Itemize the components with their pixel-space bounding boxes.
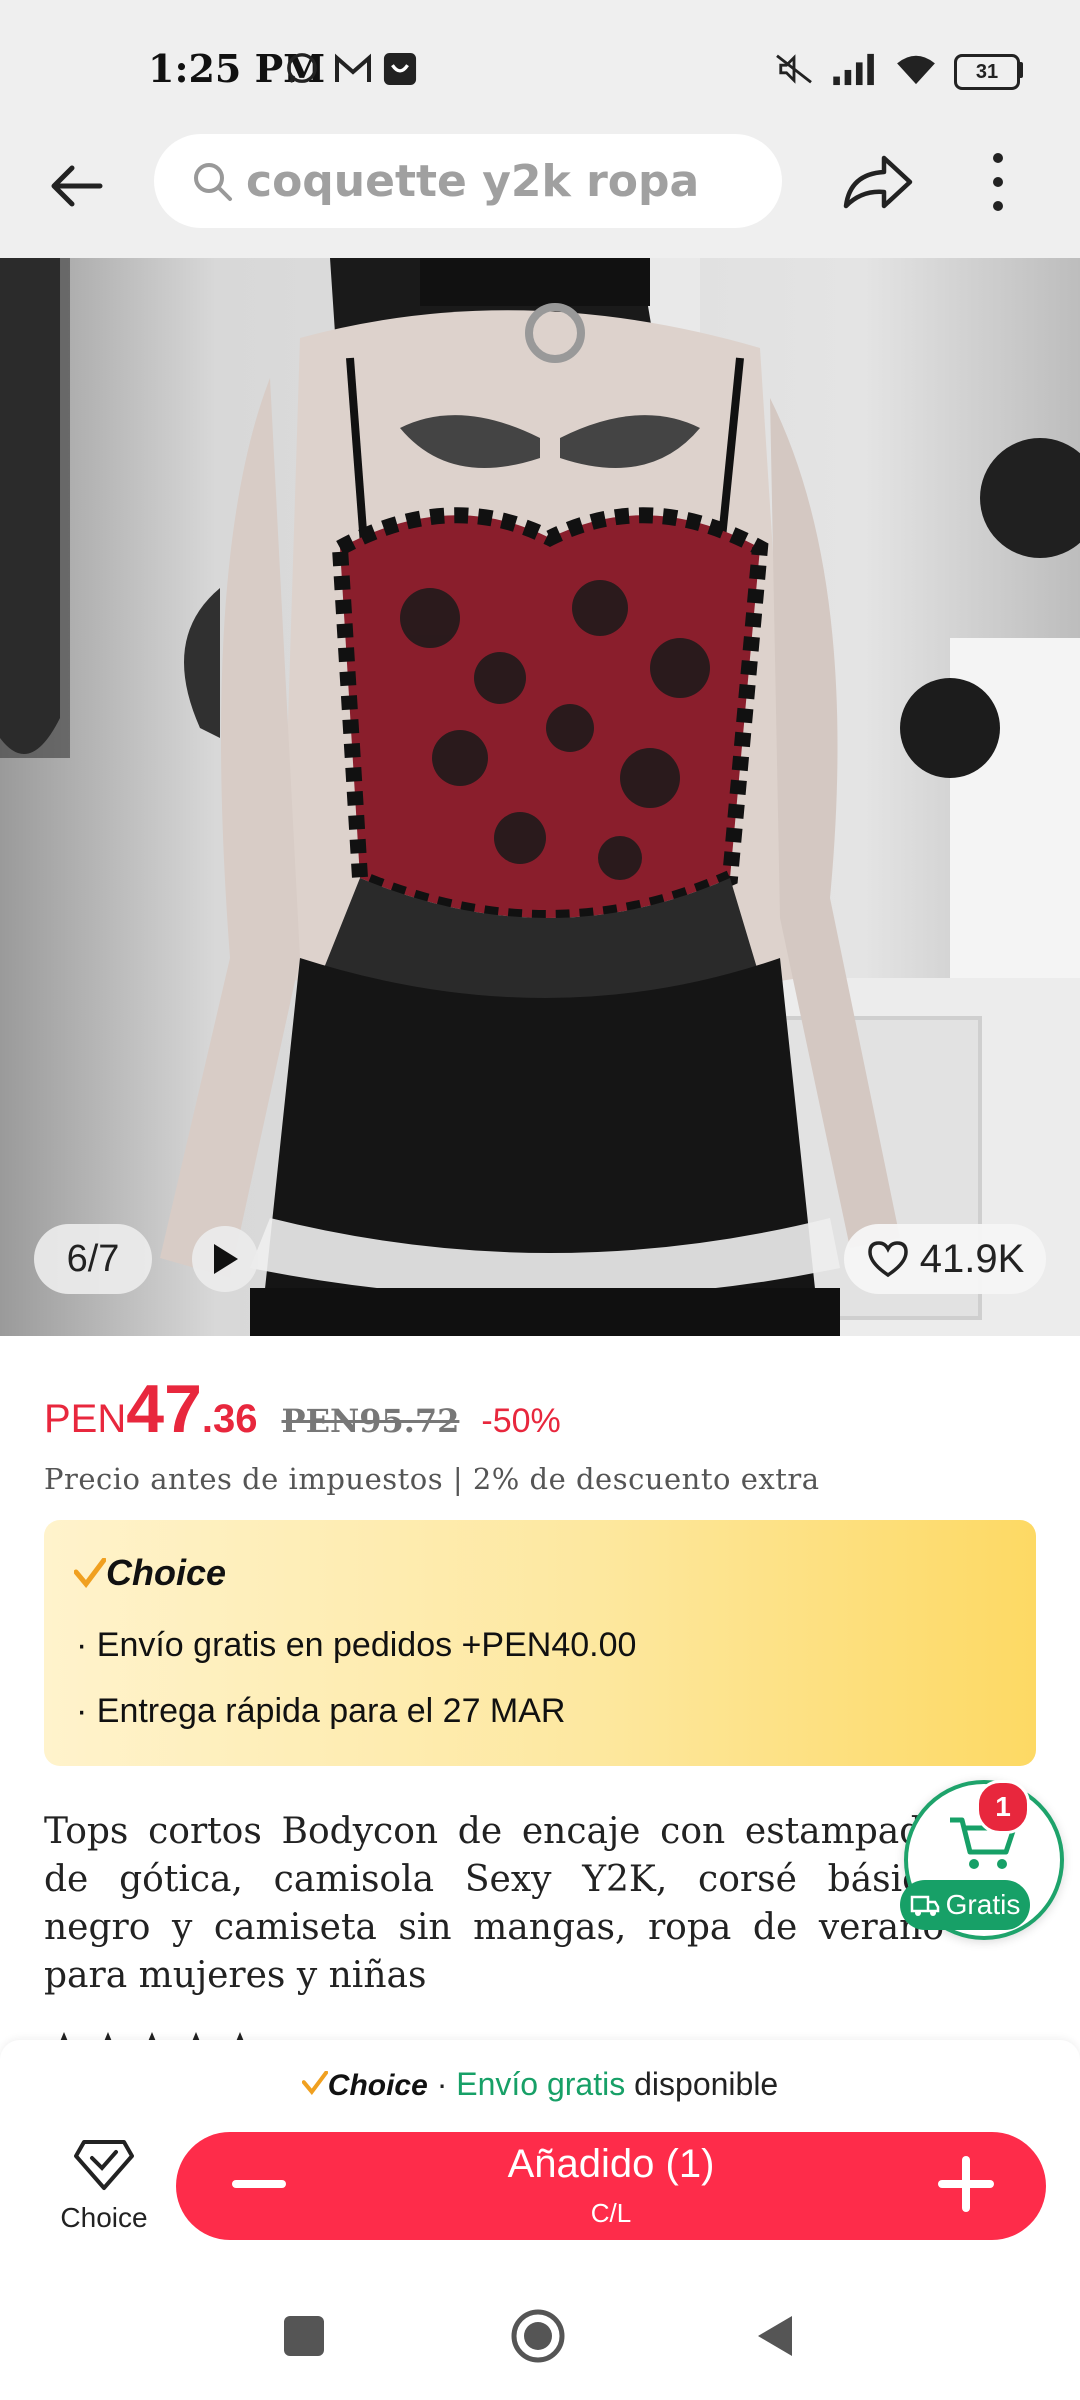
shipping-availability: Choice · Envío gratis disponible bbox=[0, 2066, 1080, 2103]
wishlist-button[interactable]: 41.9K bbox=[844, 1224, 1046, 1294]
benefit-fast-delivery: · Entrega rápida para el 27 MAR bbox=[76, 1692, 566, 1730]
price-integer: 47 bbox=[126, 1371, 202, 1447]
discount-badge: -50% bbox=[481, 1402, 561, 1440]
notification-app-icon bbox=[383, 52, 417, 86]
choice-logo: Choice bbox=[74, 1552, 226, 1594]
cta-variant: C/L bbox=[590, 2198, 632, 2228]
product-photo[interactable] bbox=[0, 258, 1080, 1336]
back-nav-button[interactable] bbox=[752, 2312, 796, 2360]
search-icon bbox=[194, 163, 232, 201]
free-shipping-text: Envío gratis bbox=[456, 2066, 626, 2102]
play-icon bbox=[214, 1244, 238, 1274]
search-bar[interactable]: coquette y2k ropa bbox=[154, 134, 782, 228]
original-price: PEN95.72 bbox=[281, 1402, 460, 1440]
free-shipping-pill: Gratis bbox=[900, 1880, 1030, 1930]
mute-icon bbox=[776, 54, 812, 84]
share-icon[interactable] bbox=[838, 146, 918, 218]
home-icon bbox=[511, 2309, 565, 2363]
price-currency: PEN bbox=[44, 1397, 127, 1441]
truck-icon bbox=[910, 1895, 939, 1916]
more-vertical-icon[interactable] bbox=[970, 146, 1026, 218]
battery-icon: 31 bbox=[954, 54, 1020, 90]
wifi-icon bbox=[897, 55, 935, 85]
free-shipping-label: Gratis bbox=[945, 1889, 1021, 1920]
tax-note: Precio antes de impuestos | 2% de descue… bbox=[44, 1462, 820, 1496]
cart-count-badge: 1 bbox=[976, 1780, 1030, 1834]
whatsapp-icon bbox=[287, 53, 317, 83]
product-title: Tops cortos Bodycon de encaje con estamp… bbox=[44, 1811, 944, 1996]
triangle-back-icon bbox=[758, 2316, 792, 2356]
benefit-free-shipping: · Envío gratis en pedidos +PEN40.00 bbox=[76, 1626, 637, 1664]
price-decimal: .36 bbox=[201, 1397, 258, 1441]
check-icon bbox=[301, 2070, 328, 2096]
availability-text: disponible bbox=[625, 2066, 779, 2102]
choice-brand-small: Choice bbox=[327, 2069, 428, 2102]
wishlist-count: 41.9K bbox=[919, 1236, 1025, 1281]
diamond-check-icon bbox=[74, 2140, 134, 2190]
back-button[interactable] bbox=[40, 150, 112, 222]
recents-button[interactable] bbox=[284, 2316, 324, 2356]
heart-icon bbox=[867, 1241, 908, 1278]
home-button[interactable] bbox=[510, 2308, 566, 2364]
image-pager: 6/7 bbox=[34, 1224, 152, 1294]
check-icon bbox=[74, 1558, 106, 1588]
battery-tip bbox=[1018, 62, 1023, 78]
choice-brand: Choice bbox=[106, 1552, 227, 1593]
signal-icon bbox=[833, 53, 874, 86]
availability-separator: · bbox=[427, 2066, 457, 2102]
product-image bbox=[0, 258, 1080, 1336]
back-arrow-icon bbox=[51, 165, 103, 207]
price-row: PEN 47 .36 PEN95.72 -50% bbox=[44, 1370, 561, 1448]
search-query: coquette y2k ropa bbox=[246, 155, 700, 207]
gmail-icon bbox=[335, 53, 371, 82]
play-video-button[interactable] bbox=[192, 1226, 258, 1292]
choice-nav-label: Choice bbox=[60, 2202, 148, 2233]
battery-level: 31 bbox=[975, 60, 999, 83]
cta-label: Añadido (1) bbox=[507, 2142, 715, 2186]
